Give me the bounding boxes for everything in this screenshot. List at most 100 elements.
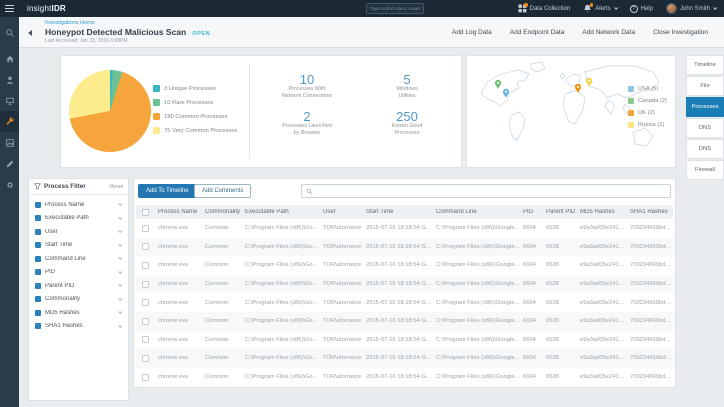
filter-item-commonality[interactable]: Commonality [29,293,128,307]
tab-file[interactable]: File [686,76,724,96]
add-log-data-button[interactable]: Add Log Data [452,29,492,36]
filter-item-pid[interactable]: PID [29,266,128,280]
sidebar-item-search[interactable] [0,22,19,43]
stat-label: Utilities [357,93,457,100]
sidebar-item-reports[interactable] [0,132,19,153]
row-checkbox[interactable] [142,281,149,288]
global-search-input[interactable] [366,3,424,14]
chevron-down-icon[interactable] [118,215,122,219]
add-network-data-button[interactable]: Add Network Data [582,29,635,36]
breadcrumb[interactable]: Investigations Home [45,20,210,26]
stat-value: 5 [357,73,457,86]
legend-swatch [628,86,634,92]
chevron-down-icon[interactable] [118,283,122,287]
sidebar-item-settings[interactable] [0,174,19,195]
cell-commonality: Common [205,225,245,231]
checkbox[interactable] [35,269,41,275]
row-checkbox[interactable] [142,374,149,381]
sidebar-item-home[interactable] [0,48,19,69]
back-arrow-icon[interactable] [28,30,32,36]
chevron-down-icon[interactable] [118,310,122,314]
cell-commonality: Common [205,262,245,268]
select-all-checkbox[interactable] [142,209,149,216]
sidebar-item-assets[interactable] [0,90,19,111]
nav-user-menu[interactable]: John Smith [666,3,716,14]
checkbox[interactable] [35,296,41,302]
row-checkbox[interactable] [142,299,149,306]
cell-command-line: C:\Program Files (x86)\Google... [436,355,523,361]
table-search-input[interactable] [316,188,666,194]
stat-windows: 5WindowsUtilities [357,73,457,99]
filter-item-parent-pid[interactable]: Parent PID [29,279,128,293]
table-row[interactable]: chrome.exeCommonC:\Program Files (x86)\G… [136,293,673,312]
tab-timeline[interactable]: Timeline [686,55,724,75]
chevron-down-icon[interactable] [118,323,122,327]
checkbox[interactable] [35,310,41,316]
chevron-down-icon[interactable] [118,229,122,233]
cell-parent-pid: 6528 [546,374,580,380]
filter-item-sha1-hashes[interactable]: SHA1 Hashes [29,320,128,334]
table-row[interactable]: chrome.exeCommonC:\Program Files (x86)\G… [136,275,673,294]
row-checkbox[interactable] [142,318,149,325]
legend-label: Russia (1) [638,122,664,128]
chevron-down-icon[interactable] [118,256,122,260]
chevron-down-icon[interactable] [118,202,122,206]
cell-md5-hashes: e9a3ad05e24139b... [580,225,630,231]
sidebar-item-notes[interactable] [0,153,19,174]
filter-item-process-name[interactable]: Process Name [29,198,128,212]
filter-item-user[interactable]: User [29,225,128,239]
reset-button[interactable]: Reset [110,184,123,190]
menu-icon[interactable] [5,5,14,12]
user-name-label: John Smith [680,6,710,12]
tab-dns[interactable]: DNS [686,118,724,138]
table-row[interactable]: chrome.exeCommonC:\Program Files (x86)\G… [136,331,673,350]
geo-map-card: USA (5)Canada (2)UK (2)Russia (1) [466,55,676,168]
map-pin-uk [575,84,581,93]
tab-processes[interactable]: Processes [686,97,724,117]
checkbox[interactable] [35,229,41,235]
chevron-down-icon[interactable] [118,296,122,300]
cell-start-time: 2015-07-16 18:18:54 GMT [366,337,436,343]
checkbox[interactable] [35,202,41,208]
pie-legend-item: 180 Common Processes [153,113,237,120]
table-row[interactable]: chrome.exeCommonC:\Program Files (x86)\G… [136,312,673,331]
add-to-timeline-button[interactable]: Add To Timeline [138,184,197,198]
row-checkbox[interactable] [142,243,149,250]
checkbox[interactable] [35,323,41,329]
sidebar-item-investigations[interactable] [0,111,19,132]
checkbox[interactable] [35,256,41,262]
tab-firewall[interactable]: Firewall [686,160,724,180]
nav-item-label: Alerts [595,6,610,12]
add-endpoint-data-button[interactable]: Add Endpoint Data [510,29,565,36]
chevron-down-icon[interactable] [118,242,122,246]
nav-help[interactable]: Help [630,5,653,13]
table-row[interactable]: chrome.exeCommonC:\Program Files (x86)\G… [136,349,673,368]
nav-alerts[interactable]: Alerts [583,4,616,13]
row-checkbox[interactable] [142,225,149,232]
filter-item-executable-path[interactable]: Executable Path [29,212,128,226]
table-row[interactable]: chrome.exeCommonC:\Program Files (x86)\G… [136,219,673,238]
process-commonality-pie-chart [69,70,151,152]
chevron-down-icon [713,6,717,10]
tab-dns[interactable]: DNS [686,139,724,159]
filter-item-start-time[interactable]: Start Time [29,239,128,253]
checkbox[interactable] [35,242,41,248]
add-comments-button[interactable]: Add Comments [194,184,251,198]
sidebar-item-users[interactable] [0,69,19,90]
filter-item-label: Command Line [45,256,114,262]
filter-item-md5-hashes[interactable]: MD5 Hashes [29,306,128,320]
row-checkbox[interactable] [142,355,149,362]
table-row[interactable]: chrome.exeCommonC:\Program Files (x86)\G… [136,256,673,275]
row-checkbox[interactable] [142,262,149,269]
nav-data-collection[interactable]: Data Collection [518,4,571,13]
table-row[interactable]: chrome.exeCommonC:\Program Files (x86)\G… [136,238,673,257]
chevron-down-icon[interactable] [118,269,122,273]
close-investigation-button[interactable]: Close Investigation [653,29,708,36]
cell-commonality: Common [205,281,245,287]
checkbox[interactable] [35,215,41,221]
row-checkbox[interactable] [142,336,149,343]
filter-item-command-line[interactable]: Command Line [29,252,128,266]
checkbox[interactable] [35,283,41,289]
table-row[interactable]: chrome.exeCommonC:\Program Files (x86)\G… [136,368,673,387]
column-header-commonality: Commonality [205,209,245,215]
